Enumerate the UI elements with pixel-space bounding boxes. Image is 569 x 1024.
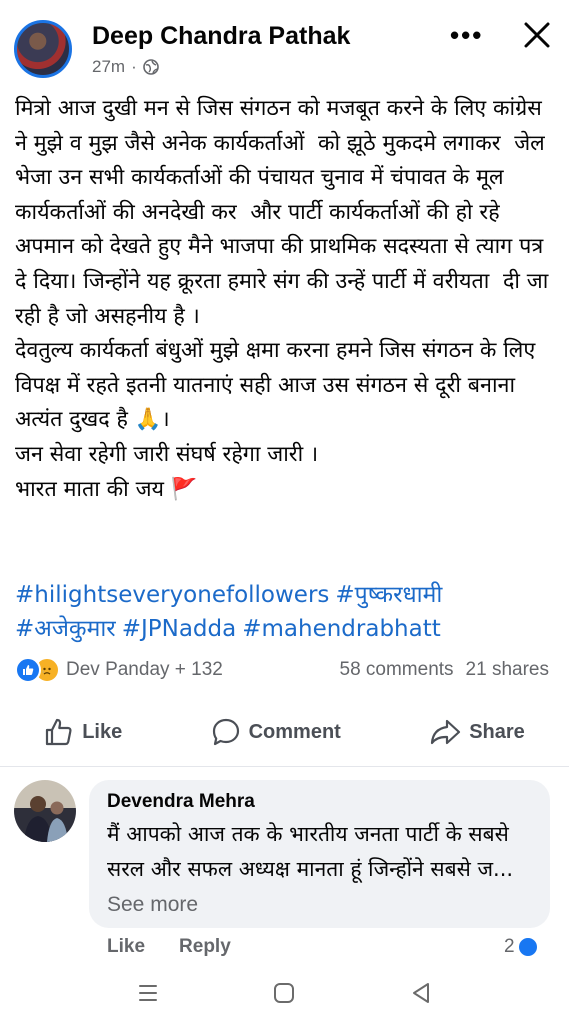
system-navigation-bar — [0, 962, 569, 1024]
back-icon[interactable] — [409, 981, 433, 1005]
comment-like-reaction-icon — [516, 936, 539, 958]
author-avatar[interactable] — [14, 20, 72, 78]
like-label: Like — [82, 720, 123, 743]
hashtag-link[interactable]: #JPNadda — [122, 616, 237, 642]
commenter-name[interactable]: Devendra Mehra — [107, 791, 255, 813]
hashtag-link[interactable]: #पुष्करधामी — [335, 582, 442, 608]
close-icon[interactable] — [520, 18, 554, 52]
comment-reactions[interactable]: 2 — [504, 936, 539, 958]
post-author-name[interactable]: Deep Chandra Pathak — [92, 22, 350, 51]
like-button[interactable]: Like — [44, 717, 122, 747]
see-more-link[interactable]: See more — [107, 893, 198, 916]
comment-reply-button[interactable]: Reply — [179, 936, 231, 958]
actions-divider — [0, 766, 569, 767]
comment-like-button[interactable]: Like — [107, 936, 145, 958]
comments-count[interactable]: 58 comments — [340, 659, 454, 681]
reactions-text: Dev Panday + 132 — [66, 659, 223, 680]
comment-reaction-count: 2 — [504, 936, 515, 957]
share-button[interactable]: Share — [429, 717, 525, 747]
shares-count[interactable]: 21 shares — [466, 659, 549, 681]
reactions-summary[interactable]: Dev Panday + 132 — [15, 657, 223, 683]
recent-apps-icon[interactable] — [136, 981, 160, 1005]
post-time[interactable]: 27m — [92, 57, 125, 77]
person-photo-icon — [24, 796, 68, 842]
meta-separator: · — [131, 57, 137, 76]
globe-icon — [142, 59, 159, 75]
comment-label: Comment — [248, 720, 341, 743]
comment-actions: Like Reply — [107, 936, 231, 958]
comment-button[interactable]: Comment — [211, 717, 341, 747]
home-icon[interactable] — [272, 981, 296, 1005]
post-stats: 58 comments 21 shares — [340, 659, 550, 681]
thumbs-up-icon — [46, 718, 72, 746]
hashtag-link[interactable]: #अजेकुमार — [15, 616, 116, 642]
comment-body: मैं आपको आज तक के भारतीय जनता पार्टी के … — [107, 822, 514, 881]
comment-text: मैं आपको आज तक के भारतीय जनता पार्टी के … — [107, 817, 537, 922]
post-actions-bar: Like Comment Share — [0, 712, 569, 752]
post-body-text: मित्रो आज दुखी मन से जिस संगठन को मजबूत … — [15, 96, 549, 502]
comment-icon — [212, 718, 239, 746]
like-reaction-icon — [15, 657, 41, 683]
share-icon — [431, 719, 461, 745]
post-meta: 27m · — [92, 57, 159, 77]
hashtag-link[interactable]: #hilightseveryonefollowers — [15, 582, 329, 608]
commenter-avatar[interactable] — [14, 780, 76, 842]
share-label: Share — [469, 720, 525, 743]
more-options-icon[interactable]: ••• — [450, 20, 483, 51]
post-hashtags: #hilightseveryonefollowers #पुष्करधामी #अ… — [15, 578, 555, 646]
hashtag-link[interactable]: #mahendrabhatt — [242, 616, 441, 642]
